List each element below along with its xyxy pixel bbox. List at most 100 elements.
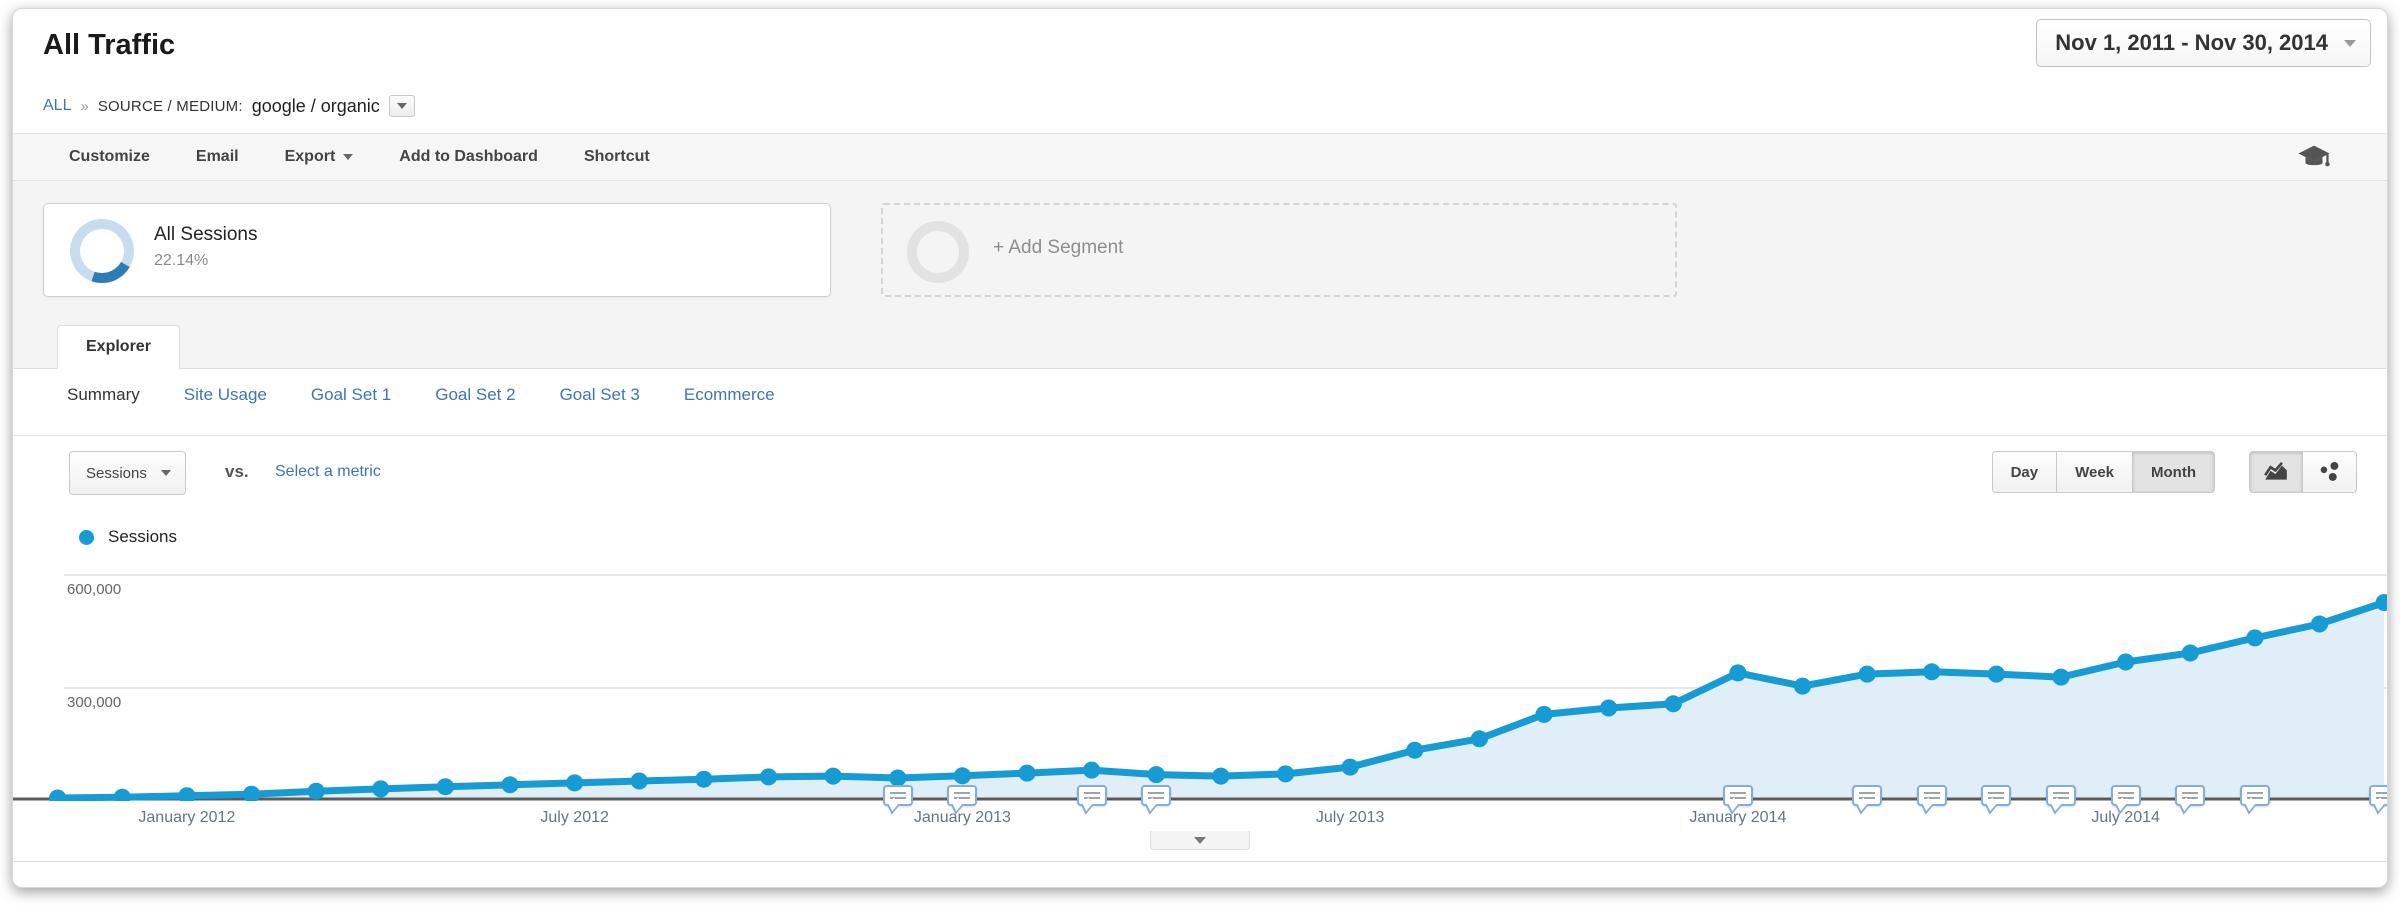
data-point[interactable] (1729, 664, 1746, 681)
annotation-marker[interactable] (1723, 785, 1753, 806)
x-axis-label: July 2014 (2091, 809, 2160, 827)
resolution-button-month[interactable]: Month (2133, 451, 2215, 493)
data-point[interactable] (308, 783, 325, 800)
annotation-marker[interactable] (1077, 785, 1107, 806)
select-a-metric-link[interactable]: Select a metric (275, 463, 381, 481)
add-to-dashboard-button[interactable]: Add to Dashboard (399, 148, 538, 166)
subtab-summary[interactable]: Summary (67, 385, 140, 405)
export-menu-button[interactable]: Export (285, 148, 354, 166)
x-axis-label: January 2014 (1689, 809, 1786, 827)
explorer-panel: Summary Site Usage Goal Set 1 Goal Set 2 Goa… (13, 369, 2387, 887)
data-point[interactable] (2311, 616, 2328, 633)
annotation-marker[interactable] (1981, 785, 2011, 806)
legend-dot-icon (79, 530, 94, 545)
data-point[interactable] (2052, 669, 2069, 686)
data-point[interactable] (1148, 766, 1165, 783)
data-point[interactable] (178, 787, 195, 801)
page-title: All Traffic (43, 29, 175, 62)
metric-selector-dropdown[interactable]: Sessions (69, 451, 186, 495)
annotation-marker[interactable] (1917, 785, 1947, 806)
email-button[interactable]: Email (196, 148, 239, 166)
data-point[interactable] (1923, 663, 1940, 680)
annotations-expander-button[interactable] (1150, 831, 1250, 850)
chart-plot (13, 561, 2387, 801)
x-axis-label: January 2013 (914, 809, 1011, 827)
data-point[interactable] (1342, 759, 1359, 776)
data-point[interactable] (437, 778, 454, 795)
annotation-marker[interactable] (2111, 785, 2141, 806)
export-label: Export (285, 148, 336, 166)
annotation-marker[interactable] (947, 785, 977, 806)
breadcrumb: ALL » SOURCE / MEDIUM: google / organic (43, 95, 415, 117)
data-point[interactable] (501, 776, 518, 793)
subtab-ecommerce[interactable]: Ecommerce (684, 385, 775, 405)
subtab-goal-set-1[interactable]: Goal Set 1 (311, 385, 391, 405)
data-point[interactable] (825, 768, 842, 785)
annotation-marker[interactable] (2240, 785, 2270, 806)
tab-row: Explorer (13, 323, 2387, 369)
annotation-marker[interactable] (1852, 785, 1882, 806)
data-point[interactable] (631, 773, 648, 790)
shortcut-button[interactable]: Shortcut (584, 148, 650, 166)
graduation-cap-icon[interactable] (2297, 144, 2331, 170)
data-point[interactable] (889, 770, 906, 787)
data-point[interactable] (1277, 765, 1294, 782)
x-axis-label: July 2012 (540, 809, 609, 827)
breadcrumb-all-link[interactable]: ALL (43, 97, 71, 115)
chart-controls: Sessions vs. Select a metric DayWeekMont… (13, 449, 2387, 509)
data-point[interactable] (1988, 666, 2005, 683)
annotation-marker[interactable] (1141, 785, 1171, 806)
breadcrumb-dropdown-button[interactable] (389, 95, 415, 117)
subtab-site-usage[interactable]: Site Usage (184, 385, 267, 405)
x-axis-label: July 2013 (1316, 809, 1385, 827)
subtabs: Summary Site Usage Goal Set 1 Goal Set 2 Goa… (67, 385, 775, 405)
data-point[interactable] (1471, 730, 1488, 747)
data-point[interactable] (114, 789, 131, 801)
segment-area: All Sessions 22.14% + Add Segment (13, 181, 2387, 323)
subtab-goal-set-3[interactable]: Goal Set 3 (560, 385, 640, 405)
subtab-goal-set-2[interactable]: Goal Set 2 (435, 385, 515, 405)
line-chart-icon[interactable] (2249, 451, 2303, 493)
toolbar: Customize Email Export Add to Dashboard … (13, 133, 2387, 181)
data-point[interactable] (2117, 654, 2134, 671)
data-point[interactable] (243, 786, 260, 801)
data-point[interactable] (1406, 742, 1423, 759)
chart-legend: Sessions (79, 527, 177, 547)
segment-percentage: 22.14% (154, 252, 208, 270)
data-point[interactable] (760, 768, 777, 785)
data-point[interactable] (566, 774, 583, 791)
data-point[interactable] (1665, 695, 1682, 712)
data-point[interactable] (1212, 768, 1229, 785)
report-card: All Traffic ALL » SOURCE / MEDIUM: googl… (12, 8, 2388, 888)
data-point[interactable] (372, 780, 389, 797)
data-point[interactable] (695, 771, 712, 788)
annotation-marker[interactable] (2175, 785, 2205, 806)
data-point[interactable] (1083, 762, 1100, 779)
resolution-button-day[interactable]: Day (1992, 451, 2058, 493)
scatter-chart-icon[interactable] (2303, 451, 2357, 493)
chevron-down-icon (161, 470, 171, 476)
add-segment-button[interactable]: + Add Segment (881, 203, 1677, 297)
x-axis-label: January 2012 (138, 809, 235, 827)
annotation-marker[interactable] (2046, 785, 2076, 806)
annotation-marker[interactable] (883, 785, 913, 806)
data-point[interactable] (954, 767, 971, 784)
date-range-selector[interactable]: Nov 1, 2011 - Nov 30, 2014 (2036, 19, 2371, 67)
breadcrumb-separator: » (80, 98, 88, 115)
data-point[interactable] (2246, 629, 2263, 646)
data-point[interactable] (1018, 765, 1035, 782)
data-point[interactable] (1600, 700, 1617, 717)
segment-all-sessions[interactable]: All Sessions 22.14% (43, 203, 831, 297)
data-point[interactable] (2182, 645, 2199, 662)
data-point[interactable] (1859, 666, 1876, 683)
data-point[interactable] (49, 790, 66, 802)
resolution-button-week[interactable]: Week (2057, 451, 2133, 493)
data-point[interactable] (1794, 678, 1811, 695)
divider (13, 435, 2387, 436)
customize-button[interactable]: Customize (69, 148, 150, 166)
data-point[interactable] (1535, 706, 1552, 723)
tab-explorer[interactable]: Explorer (57, 325, 180, 369)
resolution-group: DayWeekMonth (1992, 451, 2215, 493)
annotation-marker[interactable] (2369, 785, 2388, 806)
sessions-timeline-chart: 600,000300,000January 2012July 2012Janua… (13, 561, 2387, 861)
